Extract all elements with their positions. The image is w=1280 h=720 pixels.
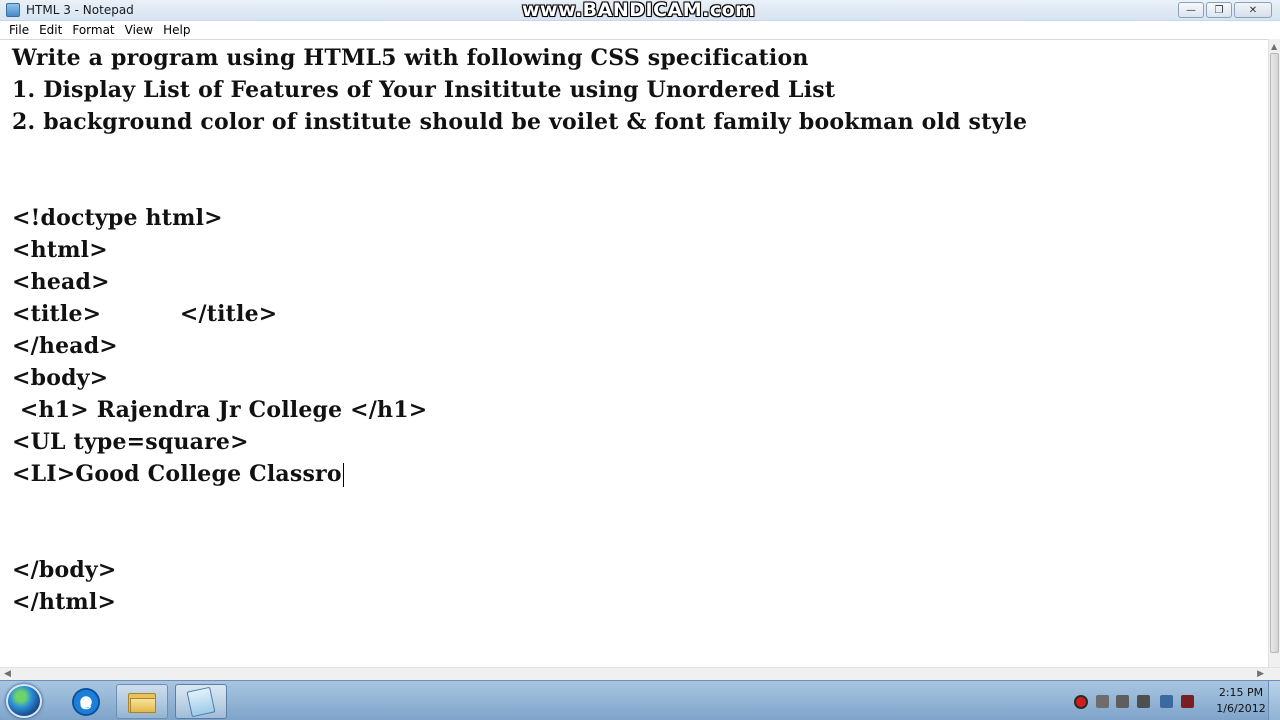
menu-format[interactable]: Format: [67, 23, 119, 37]
action-center-icon[interactable]: [1116, 695, 1129, 708]
windows-explorer-button[interactable]: [116, 684, 168, 719]
taskbar-clock[interactable]: 2:15 PM 1/6/2012: [1210, 686, 1272, 716]
editor-line: <h1> Rajendra Jr College </h1>: [12, 397, 428, 423]
editor-line: </head>: [12, 333, 118, 359]
text-editor[interactable]: Write a program using HTML5 with followi…: [0, 39, 1268, 667]
scroll-right-arrow-icon[interactable]: ▶: [1257, 669, 1264, 679]
notepad-taskbar-button[interactable]: [175, 684, 227, 719]
windows-explorer-icon: [128, 691, 156, 713]
editor-line-current: <LI>Good College Classro: [12, 458, 344, 490]
editor-line: <UL type=square>: [12, 429, 249, 455]
minimize-button[interactable]: —: [1178, 2, 1204, 18]
title-bar: HTML 3 - Notepad www.BANDICAM.com — ❐ ✕: [0, 0, 1280, 21]
editor-line-text: <LI>Good College Classro: [12, 461, 342, 487]
clock-date: 1/6/2012: [1216, 702, 1266, 715]
windows-orb-icon[interactable]: [6, 684, 42, 718]
menu-file[interactable]: File: [4, 23, 34, 37]
notepad-app-icon: [6, 3, 20, 17]
editor-line: <!doctype html>: [12, 205, 223, 231]
editor-line: <title> </title>: [12, 301, 278, 327]
text-caret: [342, 463, 344, 487]
editor-line: 1. Display List of Features of Your Insi…: [12, 77, 836, 103]
window-controls: — ❐ ✕: [1178, 2, 1272, 18]
maximize-button[interactable]: ❐: [1206, 2, 1232, 18]
menu-help[interactable]: Help: [158, 23, 195, 37]
scroll-left-arrow-icon[interactable]: ◀: [4, 669, 11, 679]
editor-line: <head>: [12, 269, 110, 295]
bandicam-watermark: www.BANDICAM.com: [522, 0, 756, 21]
taskbar: e 2:15 PM 1/6/2012: [0, 680, 1280, 720]
clock-time: 2:15 PM: [1218, 686, 1264, 699]
editor-line: <body>: [12, 365, 109, 391]
internet-explorer-button[interactable]: e: [60, 684, 112, 719]
editor-line: 2. background color of institute should …: [12, 109, 1028, 135]
menu-view[interactable]: View: [120, 23, 158, 37]
usb-icon[interactable]: [1181, 695, 1194, 708]
system-tray: 2:15 PM 1/6/2012: [1060, 681, 1280, 720]
vertical-scroll-thumb[interactable]: [1270, 53, 1279, 653]
volume-icon[interactable]: [1137, 695, 1150, 708]
show-desktop-button[interactable]: [1268, 681, 1280, 720]
record-icon[interactable]: [1074, 695, 1088, 709]
notepad-icon: [186, 686, 216, 717]
editor-line: <html>: [12, 237, 108, 263]
editor-line: </html>: [12, 589, 117, 615]
editor-line: Write a program using HTML5 with followi…: [12, 45, 809, 71]
network-icon[interactable]: [1096, 695, 1109, 708]
vertical-scrollbar[interactable]: ▲: [1268, 39, 1280, 667]
flag-icon[interactable]: [1160, 695, 1173, 708]
window-title: HTML 3 - Notepad: [26, 3, 134, 17]
menu-edit[interactable]: Edit: [34, 23, 67, 37]
menu-bar: File Edit Format View Help: [0, 21, 1280, 39]
scroll-up-arrow-icon[interactable]: ▲: [1271, 42, 1277, 51]
internet-explorer-icon: e: [72, 687, 100, 716]
editor-line: </body>: [12, 557, 117, 583]
close-button[interactable]: ✕: [1234, 2, 1272, 18]
horizontal-scrollbar[interactable]: ◀ ▶: [0, 667, 1280, 680]
